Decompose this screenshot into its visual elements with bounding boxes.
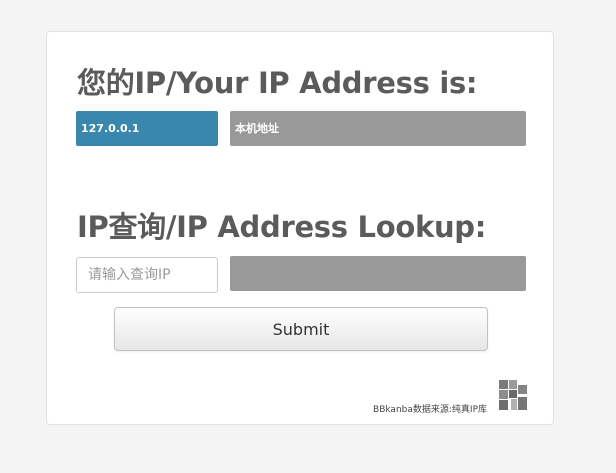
lookup-result-bar bbox=[230, 256, 526, 291]
ip-location-badge: 本机地址 bbox=[230, 111, 526, 146]
ip-lookup-input[interactable] bbox=[76, 257, 218, 293]
bbkanba-logo-icon[interactable] bbox=[499, 380, 527, 410]
submit-button[interactable]: Submit bbox=[114, 307, 488, 351]
data-source-text: BBkanba数据来源:纯真IP库 bbox=[373, 405, 487, 415]
ip-address-badge: 127.0.0.1 bbox=[76, 111, 218, 146]
your-ip-heading: 您的IP/Your IP Address is: bbox=[77, 66, 478, 100]
ip-card: 您的IP/Your IP Address is: 127.0.0.1 本机地址 … bbox=[46, 31, 554, 425]
ip-lookup-heading: IP查询/IP Address Lookup: bbox=[77, 210, 487, 244]
